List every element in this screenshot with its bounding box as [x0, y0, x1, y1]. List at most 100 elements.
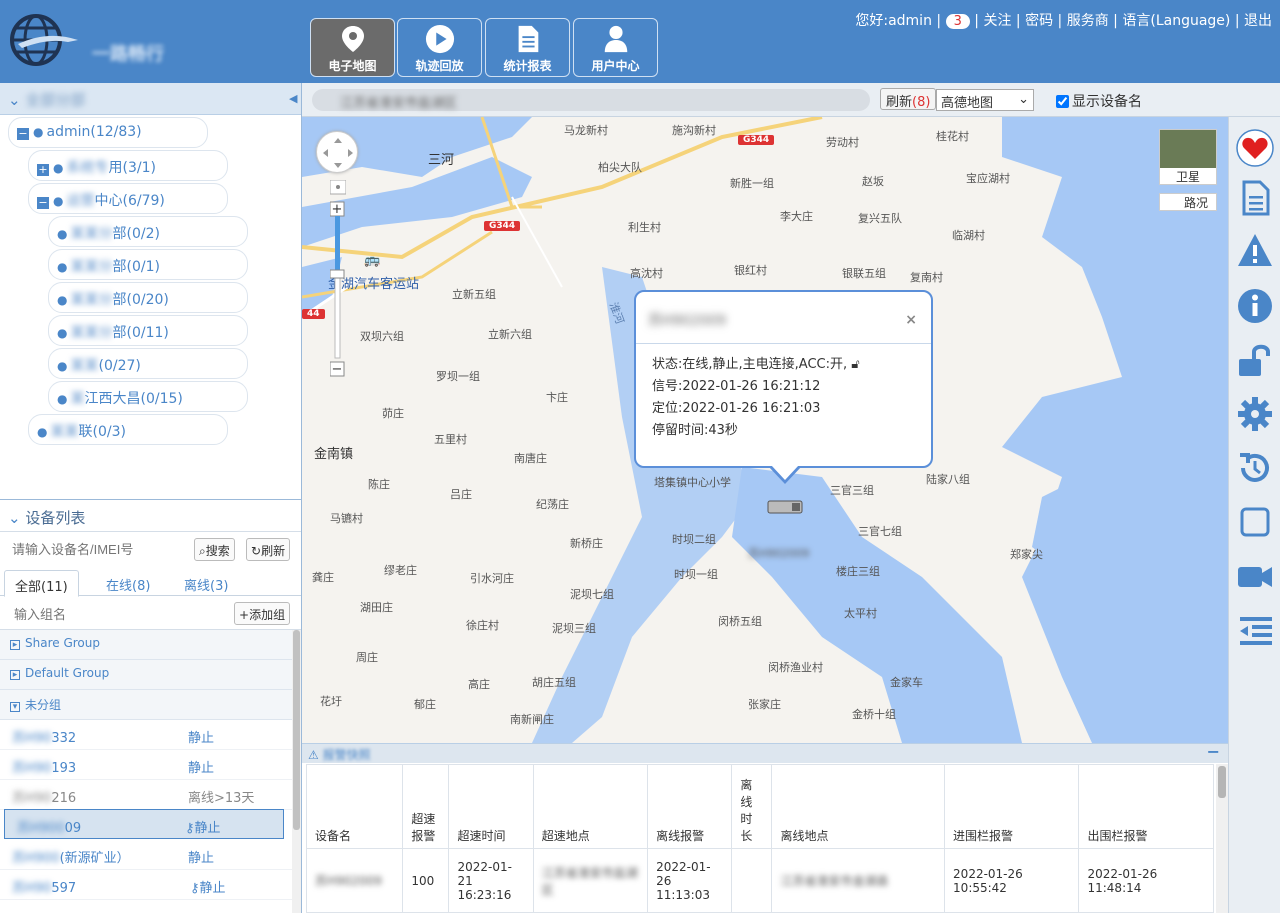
tree-node[interactable]: ● 某某分部(0/11)	[48, 315, 248, 346]
tree-node-admin[interactable]: − ● admin(12/83)	[8, 117, 208, 148]
group-default[interactable]: ▸ Default Group	[0, 660, 292, 690]
tab-all[interactable]: 全部(11)	[4, 570, 79, 597]
collapse-left-icon[interactable]: ◀	[289, 92, 297, 105]
table-row[interactable]: 苏H902009 100 2022-01-21 16:23:16 江苏省淮安市盐…	[305, 848, 1214, 913]
link-password[interactable]: 密码	[1025, 13, 1053, 29]
tab-online[interactable]: 在线(8)	[96, 570, 160, 597]
collapse-icon[interactable]: −	[17, 128, 29, 140]
nav-playback[interactable]: 轨迹回放	[397, 18, 482, 77]
history-icon[interactable]	[1236, 449, 1274, 487]
map-label: 吕庄	[450, 488, 472, 501]
nav-user-center[interactable]: 用户中心	[573, 18, 658, 77]
vehicle-marker-icon[interactable]	[764, 497, 806, 519]
device-search-input[interactable]	[6, 537, 186, 561]
message-badge[interactable]: 3	[945, 14, 970, 29]
group-name-input[interactable]	[8, 603, 208, 625]
map-label: 复南村	[910, 271, 943, 284]
tree-node[interactable]: ● 某某分部(0/2)	[48, 216, 248, 247]
tree-node[interactable]: + ● 系统专用(3/1)	[28, 150, 228, 181]
bus-icon: 🚌	[364, 253, 381, 268]
gear-icon[interactable]	[1236, 395, 1274, 433]
video-icon[interactable]	[1236, 557, 1274, 595]
group-share[interactable]: ▸ Share Group	[0, 630, 292, 660]
tree-node[interactable]: ● 某某联(0/3)	[28, 414, 228, 445]
tree-node[interactable]: − ● 运营中心(6/79)	[28, 183, 228, 214]
tree-node[interactable]: ● 某某(0/27)	[48, 348, 248, 379]
minimize-icon[interactable]: −	[1207, 742, 1220, 761]
map-label: 陆家八组	[926, 473, 970, 486]
tree-header[interactable]: ⌄ 全部分部	[0, 83, 301, 115]
map-label: 银红村	[734, 264, 767, 277]
square-icon[interactable]	[1236, 503, 1274, 541]
link-logout[interactable]: 退出	[1244, 13, 1272, 29]
device-row[interactable]: 苏H900(新源矿业） 静止	[0, 840, 292, 870]
map-label: 高沈村	[630, 267, 663, 280]
collapse-list-icon[interactable]	[1236, 611, 1274, 649]
nav-reports-label: 统计报表	[503, 59, 552, 73]
popup-title: 苏H902009	[636, 292, 931, 344]
satellite-label: 卫星	[1175, 170, 1200, 184]
map-label: 纪荡庄	[536, 498, 569, 511]
device-row[interactable]: 苏H90332 静止	[0, 720, 292, 750]
link-provider[interactable]: 服务商	[1067, 13, 1109, 29]
nav-map[interactable]: 电子地图	[310, 18, 395, 77]
nav-map-label: 电子地图	[328, 59, 377, 73]
show-device-name-checkbox[interactable]	[1056, 95, 1069, 108]
device-row-selected[interactable]: 苏H90009 ⚷静止	[4, 809, 284, 839]
popup-body: 状态:在线,静止,主电连接,ACC:开, 🔓︎ 信号:2022-01-26 16…	[636, 344, 931, 452]
show-device-name-toggle[interactable]: 显示设备名	[1056, 91, 1142, 111]
satellite-toggle[interactable]: 卫星	[1159, 129, 1217, 185]
tab-offline[interactable]: 离线(3)	[174, 570, 238, 597]
map-label: 金家车	[890, 676, 923, 689]
device-status: 静止	[199, 881, 226, 896]
device-list-header[interactable]: ⌄ 设备列表	[0, 499, 301, 532]
device-row[interactable]: 苏H90193 静止	[0, 750, 292, 780]
tree-header-label: 全部分部	[25, 91, 86, 109]
device-row[interactable]: 苏H90597 ⚷静止	[0, 870, 292, 900]
map-label: 闵桥五组	[718, 615, 762, 628]
road-badge: 44	[302, 309, 325, 319]
alarm-scrollbar[interactable]	[1216, 764, 1228, 913]
collapse-icon[interactable]: −	[37, 197, 49, 209]
device-row[interactable]: 苏H90216 离线>13天	[0, 780, 292, 810]
refresh-button[interactable]: ↻刷新	[246, 538, 291, 561]
user-icon: ●	[37, 425, 48, 439]
search-button[interactable]: ⌕搜索	[194, 538, 235, 561]
right-toolbar	[1228, 117, 1280, 913]
tree-node-label: 联(0/3)	[78, 424, 126, 440]
cell-speed-time: 2022-01-21 16:23:16	[448, 848, 534, 913]
col-fence-in: 进围栏报警	[944, 764, 1080, 849]
expand-icon[interactable]: +	[37, 164, 49, 176]
map-label: 缪老庄	[384, 564, 417, 577]
device-list-scrollbar[interactable]	[292, 630, 301, 913]
vehicle-name-label: 苏H902009	[748, 547, 810, 560]
info-icon[interactable]	[1236, 287, 1274, 325]
document-icon[interactable]	[1236, 179, 1274, 217]
tree-node[interactable]: ● 某某分部(0/1)	[48, 249, 248, 280]
map-type-select[interactable]: 高德地图 ⌄	[936, 89, 1034, 111]
close-icon[interactable]: ×	[905, 312, 917, 328]
heart-icon[interactable]	[1236, 129, 1274, 167]
map-label: 三官三组	[830, 484, 874, 497]
add-group-button[interactable]: +添加组	[234, 602, 291, 625]
map-label: 三河	[428, 153, 455, 168]
header-bar: 一路畅行 电子地图 轨迹回放 统计报表 用户中心 您好:admin | 3 | …	[0, 0, 1280, 83]
address-text: 江苏省淮安市盐湖区	[340, 96, 458, 111]
table-header-row: 设备名 超速报警 超速时间 超速地点 离线报警 离线时长 离线地点 进围栏报警 …	[305, 764, 1214, 849]
zoom-slider[interactable]: + −	[329, 179, 347, 380]
map-refresh-button[interactable]: 刷新(8)	[880, 88, 937, 110]
traffic-toggle[interactable]: 路况	[1159, 193, 1217, 211]
col-fence-out: 出围栏报警	[1078, 764, 1214, 849]
link-follow[interactable]: 关注	[983, 13, 1011, 29]
tree-node[interactable]: ● 某江西大昌(0/15)	[48, 381, 248, 412]
tree-node[interactable]: ● 某某分部(0/20)	[48, 282, 248, 313]
group-ungrouped[interactable]: ▾ 未分组	[0, 690, 292, 720]
nav-reports[interactable]: 统计报表	[485, 18, 570, 77]
alarm-title: 报警快照	[322, 748, 371, 762]
map-pan-control[interactable]	[316, 131, 358, 173]
warning-icon[interactable]	[1236, 231, 1274, 269]
link-language[interactable]: 语言(Language)	[1122, 13, 1230, 29]
unlock-icon[interactable]	[1236, 341, 1274, 379]
map-toolbar: 江苏省淮安市盐湖区 刷新(8) 高德地图 ⌄ 显示设备名	[302, 83, 1280, 117]
device-name: 216	[51, 791, 77, 806]
